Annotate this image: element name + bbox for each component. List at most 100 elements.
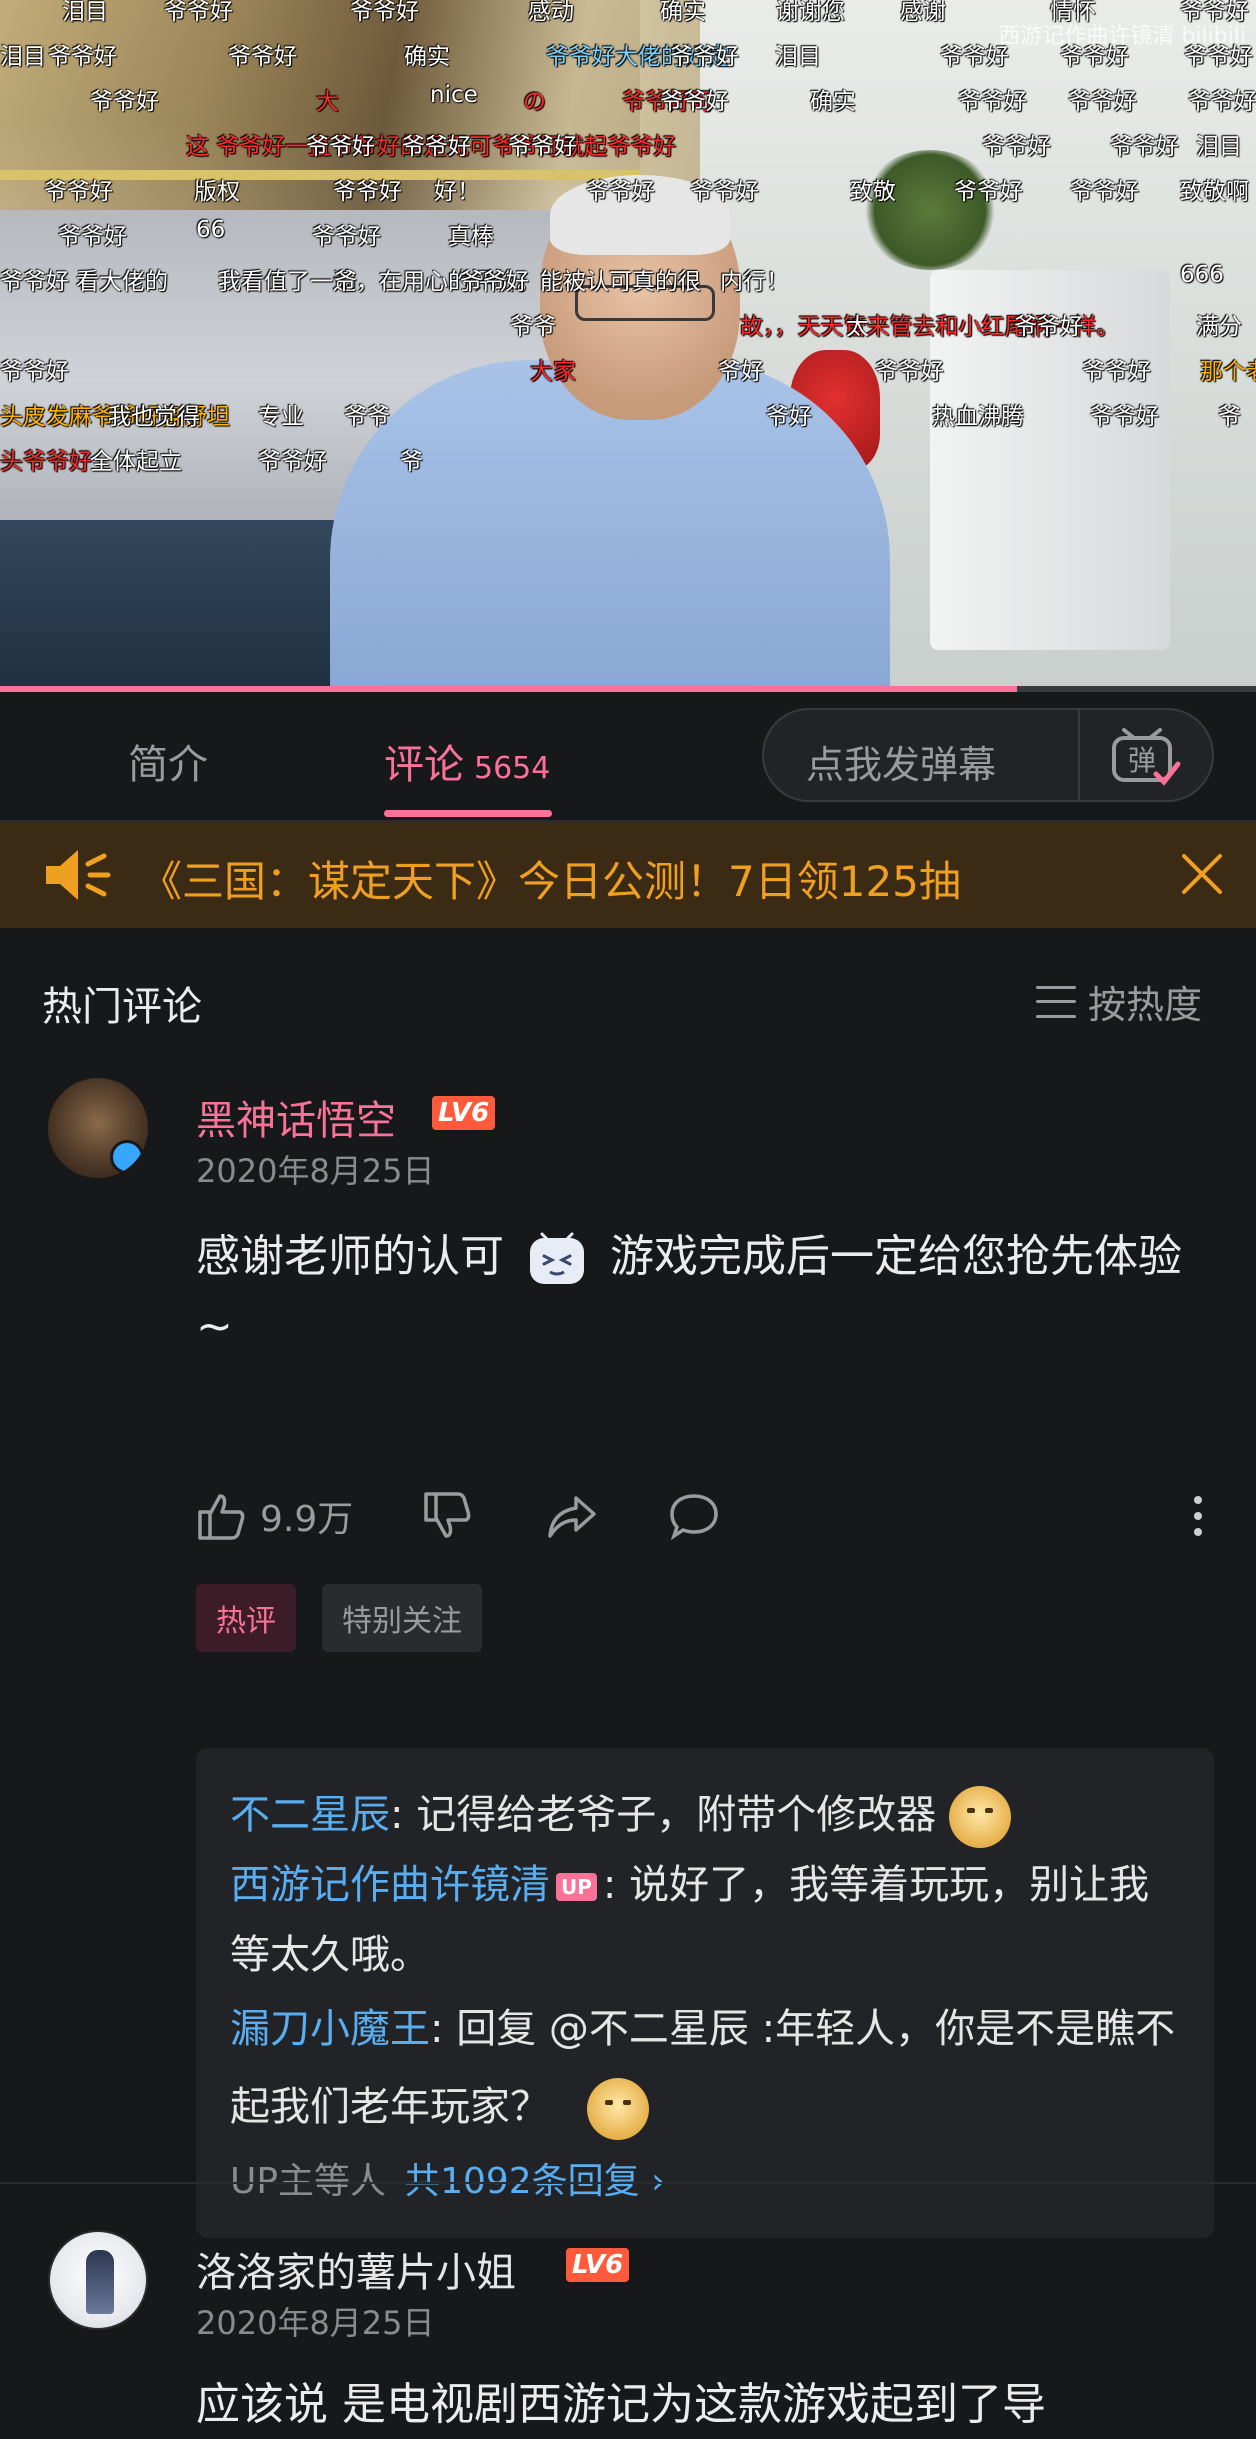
sort-label: 按热度	[1088, 983, 1203, 1027]
danmaku-divider	[1078, 710, 1080, 800]
tab-comments-count: 5654	[474, 751, 551, 786]
danmaku-item: 爷爷好	[350, 0, 419, 25]
danmaku-toggle-label: 弹	[1128, 744, 1156, 777]
danmaku-item: 致敬啊	[1180, 179, 1249, 205]
danmaku-item: 爷爷好	[1068, 89, 1137, 115]
danmaku-item: 确实	[660, 0, 706, 25]
reply-item[interactable]: 漏刀小魔王: 回复 @不二星辰 :年轻人，你是不是瞧不起我们老年玩家？	[230, 1990, 1180, 2146]
close-icon[interactable]	[1178, 850, 1226, 898]
active-tab-indicator	[384, 810, 552, 817]
danmaku-item: 全体起立	[90, 449, 182, 475]
video-plant	[860, 150, 1000, 270]
danmaku-item: 专业	[258, 404, 304, 430]
danmaku-item: 爷爷好	[1090, 404, 1159, 430]
danmaku-item: 爷爷好	[660, 89, 729, 115]
danmaku-item: 满分	[1196, 314, 1242, 340]
like-count: 9.9万	[260, 1499, 354, 1540]
comment-username[interactable]: 黑神话悟空	[196, 1088, 396, 1146]
video-player[interactable]: 泪目 爷爷好 爷爷好 感动 确实 谢谢您 感谢 情怀 爷爷好 爷爷好 爷爷好 确实 爷爷好大佬的好定 爷爷…	[0, 0, 1256, 692]
ad-banner[interactable]: 《三国：谋定天下》今日公测！7日领125抽	[0, 822, 1256, 928]
comment-text[interactable]: 应该说 是电视剧西游记为这款游戏起到了导	[196, 2370, 1206, 2439]
avatar[interactable]	[48, 2230, 148, 2330]
danmaku-item: 大家	[530, 359, 576, 385]
danmaku-item: 大	[316, 89, 339, 115]
dislike-button[interactable]	[422, 1490, 474, 1542]
level-badge: LV6	[432, 1096, 496, 1130]
danmaku-item: 我也觉得	[108, 404, 200, 430]
danmaku-item: 爷爷好	[44, 179, 113, 205]
reply-item[interactable]: 不二星辰: 记得给老爷子，附带个修改器	[230, 1780, 1180, 1850]
danmaku-item: 爷爷好	[982, 134, 1051, 160]
danmaku-item: 那个老猴子呀	[1200, 359, 1256, 385]
danmaku-item: 爷好	[766, 404, 812, 430]
comment-tags: 热评 特别关注	[196, 1584, 482, 1652]
danmaku-item: 泪目	[62, 0, 108, 25]
reply-username[interactable]: 不二星辰	[230, 1792, 390, 1838]
danmaku-item: 爷爷	[344, 404, 390, 430]
avatar[interactable]	[48, 1078, 148, 1178]
danmaku-item: 泪目	[775, 44, 821, 70]
danmaku-item: 爷	[1218, 404, 1241, 430]
danmaku-item: 爷爷好	[228, 44, 297, 70]
share-button[interactable]	[546, 1490, 598, 1542]
danmaku-item: 爷爷好	[402, 134, 471, 160]
hot-comments-title: 热门评论	[42, 984, 202, 1030]
tab-bar: 简介 评论 5654 点我发弹幕 弹	[0, 692, 1256, 822]
reply-box[interactable]: 不二星辰: 记得给老爷子，附带个修改器 西游记作曲许镜清 UP: 说好了，我等着玩…	[196, 1748, 1214, 2238]
comment-bubble-icon	[670, 1494, 718, 1541]
danmaku-item: 爷爷好	[48, 44, 117, 70]
share-icon	[548, 1496, 596, 1538]
like-button[interactable]: 9.9万	[196, 1490, 353, 1542]
more-options-button[interactable]	[1172, 1490, 1224, 1542]
danmaku-item: 爷爷好	[312, 224, 381, 250]
danmaku-item: 爷	[400, 449, 423, 475]
more-vertical-icon	[1194, 1496, 1202, 1536]
danmaku-item: 真棒	[448, 224, 494, 250]
thumbs-down-icon	[424, 1492, 471, 1538]
danmaku-input[interactable]: 点我发弹幕 弹	[762, 708, 1214, 802]
danmaku-toggle-icon[interactable]: 弹	[1094, 724, 1190, 788]
tab-comments[interactable]: 评论 5654	[384, 732, 550, 790]
danmaku-item: 爷爷好	[508, 134, 577, 160]
sort-button[interactable]: 按热度	[1036, 974, 1202, 1029]
danmaku-item: nice	[430, 82, 478, 108]
comment-date: 2020年8月25日	[196, 1152, 435, 1190]
danmaku-item: 头爷爷好	[0, 449, 92, 475]
danmaku-item: 爷	[334, 269, 357, 295]
reply-text: : 记得给老爷子，附带个修改器	[390, 1792, 937, 1838]
danmaku-item: 爷爷好	[333, 179, 402, 205]
comment-text[interactable]: 感谢老师的认可 游戏完成后一定给您抢先体验~	[196, 1222, 1206, 1362]
reply-button[interactable]	[668, 1490, 720, 1542]
danmaku-item: 爷爷好	[460, 269, 529, 295]
danmaku-item: 爷爷好	[258, 449, 327, 475]
list-icon	[1036, 985, 1076, 1018]
reply-item[interactable]: 西游记作曲许镜清 UP: 说好了，我等着玩玩，别让我等太久哦。	[230, 1850, 1180, 1990]
danmaku-item: 爷爷好	[306, 134, 375, 160]
lightning-badge-icon	[110, 1140, 144, 1174]
ad-text: 《三国：谋定天下》今日公测！7日领125抽	[140, 857, 961, 906]
reply-username[interactable]: 漏刀小魔王	[230, 2006, 430, 2052]
level-badge: LV6	[566, 2248, 630, 2282]
comment-divider	[0, 2182, 1256, 2184]
up-badge: UP	[556, 1873, 597, 1901]
doge-emoji-icon	[948, 1786, 1011, 1848]
thumbs-up-icon	[198, 1494, 245, 1540]
danmaku-item: 确实	[810, 89, 856, 115]
danmaku-item: 爷爷好	[1014, 314, 1083, 340]
reply-username[interactable]: 西游记作曲许镜清	[230, 1862, 550, 1908]
danmaku-item: 爷爷好	[586, 179, 655, 205]
speaker-icon	[46, 850, 111, 900]
danmaku-item: 感谢	[900, 0, 946, 25]
doge-emoji-icon	[586, 2078, 649, 2140]
hot-comments-header: 热门评论 按热度	[0, 952, 1256, 1052]
comment-username[interactable]: 洛洛家的薯片小姐	[196, 2240, 516, 2298]
danmaku-item: 谢谢您	[776, 0, 845, 25]
danmaku-input-placeholder: 点我发弹幕	[806, 743, 997, 787]
danmaku-item: 爷爷好	[1070, 179, 1139, 205]
tab-comments-label: 评论	[384, 742, 464, 788]
tag-hot: 热评	[196, 1584, 296, 1652]
danmaku-item: 太	[846, 314, 869, 340]
danmaku-item: 爷爷好	[954, 179, 1023, 205]
reply-more[interactable]: UP主等人 共1092条回复 ›	[230, 2152, 1180, 2204]
tab-intro[interactable]: 简介	[128, 732, 208, 790]
